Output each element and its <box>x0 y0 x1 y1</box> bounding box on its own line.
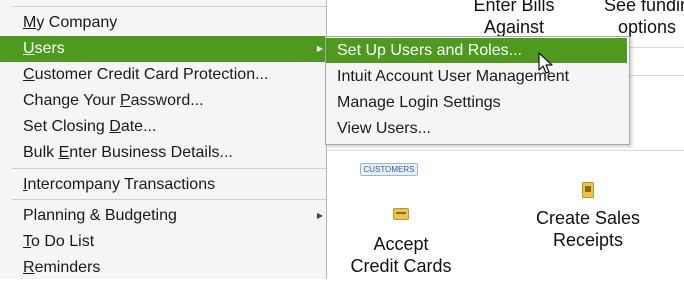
menu-item-label: Reminders <box>23 259 101 276</box>
menu-item-intercompany-transactions[interactable]: Intercompany Transactions <box>0 172 326 198</box>
customers-badge: CUSTOMERS <box>360 163 418 176</box>
menu-item-users[interactable]: Users ▶ <box>0 36 326 62</box>
submenu-item-label: View Users... <box>337 120 431 137</box>
enter-bills-label[interactable]: Enter Bills Against <box>462 0 566 38</box>
submenu-item-label: Manage Login Settings <box>337 94 501 111</box>
menu-separator <box>12 199 326 200</box>
menu-item-customer-credit-card-protection[interactable]: Customer Credit Card Protection... <box>0 62 326 88</box>
submenu-item-label: Set Up Users and Roles... <box>337 42 522 59</box>
menu-item-label: My Company <box>23 14 118 31</box>
menu-item-label: Intercompany Transactions <box>23 176 216 193</box>
create-sales-receipts-label[interactable]: Create Sales Receipts <box>525 207 651 251</box>
funding-options-label[interactable]: See fundin options <box>592 0 684 38</box>
submenu-item-manage-login-settings[interactable]: Manage Login Settings <box>326 90 627 115</box>
create-sales-line1: Create Sales <box>535 208 641 228</box>
menu-item-label: Planning & Budgeting <box>23 207 177 224</box>
submenu-item-set-up-users-and-roles[interactable]: Set Up Users and Roles... <box>326 38 627 63</box>
menu-item-change-password[interactable]: Change Your Password... <box>0 88 326 114</box>
divider-line <box>326 150 684 151</box>
menu-item-label: Customer Credit Card Protection... <box>23 66 269 83</box>
menu-item-reminders[interactable]: Reminders <box>0 255 326 281</box>
menu-item-label: Change Your Password... <box>23 92 204 109</box>
menu-item-my-company[interactable]: My Company <box>0 10 326 36</box>
funding-line2: options <box>617 17 677 37</box>
divider-line <box>628 47 684 48</box>
enter-bills-line1: Enter Bills <box>473 0 555 15</box>
credit-card-icon <box>393 208 409 220</box>
sales-receipt-icon <box>582 182 594 198</box>
submenu-arrow-icon: ▶ <box>316 211 323 220</box>
users-submenu: Set Up Users and Roles... Intuit Account… <box>325 36 630 145</box>
accept-cc-line1: Accept <box>373 234 429 254</box>
divider-line <box>628 75 684 76</box>
menu-item-bulk-enter-business-details[interactable]: Bulk Enter Business Details... <box>0 140 326 166</box>
menu-item-label: Users <box>23 40 65 57</box>
menu-separator <box>12 168 326 169</box>
accept-credit-cards-label[interactable]: Accept Credit Cards <box>340 233 462 277</box>
menu-item-label: To Do List <box>23 233 95 250</box>
accept-cc-line2: Credit Cards <box>350 256 452 276</box>
menu-item-label: Set Closing Date... <box>23 118 157 135</box>
company-menu: My Company Users ▶ Customer Credit Card … <box>0 0 327 279</box>
enter-bills-line2: Against <box>483 17 545 37</box>
menu-item-set-closing-date[interactable]: Set Closing Date... <box>0 114 326 140</box>
submenu-arrow-icon: ▶ <box>316 44 323 53</box>
submenu-item-label: Intuit Account User Management <box>337 68 570 85</box>
menu-item-to-do-list[interactable]: To Do List <box>0 229 326 255</box>
create-sales-line2: Receipts <box>552 230 624 250</box>
menu-item-label: Bulk Enter Business Details... <box>23 144 233 161</box>
submenu-item-intuit-account-user-management[interactable]: Intuit Account User Management <box>326 64 627 89</box>
funding-line1: See fundin <box>603 0 684 15</box>
submenu-item-view-users[interactable]: View Users... <box>326 116 627 141</box>
menu-separator <box>12 6 326 7</box>
mouse-cursor-icon <box>538 52 553 74</box>
menu-item-planning-budgeting[interactable]: Planning & Budgeting ▶ <box>0 203 326 229</box>
